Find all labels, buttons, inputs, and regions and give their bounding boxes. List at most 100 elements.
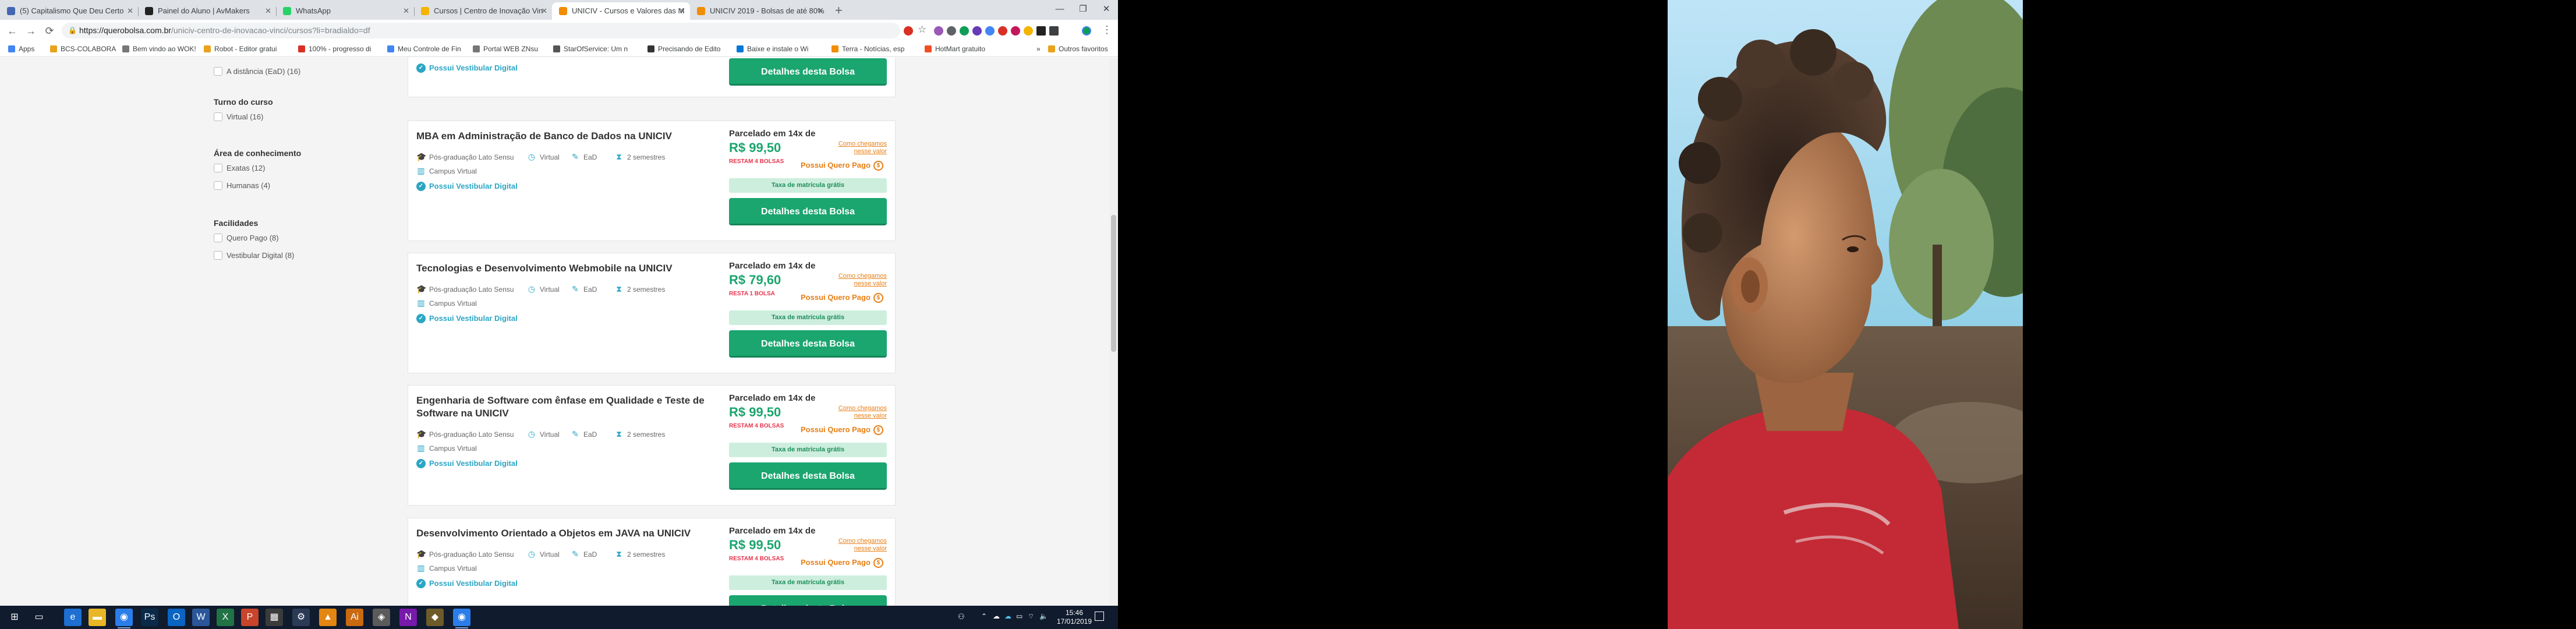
extension-icon[interactable] (1036, 26, 1046, 36)
more-menu-icon[interactable]: ⋮ (1102, 24, 1112, 36)
extension-icon[interactable] (947, 26, 956, 36)
network-icon[interactable]: ⌔ (1028, 612, 1034, 621)
how-we-calculate-link[interactable]: Como chegamos nesse valor (833, 140, 887, 156)
browser-tab[interactable]: (5) Capitalismo Que Deu Certo ✕ (0, 2, 138, 20)
bookmark-item[interactable]: 100% - progresso di (298, 44, 371, 54)
bookmark-item[interactable]: Precisando de Edito (647, 44, 720, 54)
tab-close-icon[interactable]: ✕ (541, 2, 547, 20)
extension-icon[interactable] (985, 26, 995, 36)
volume-icon[interactable]: 🔈 (1039, 612, 1048, 620)
browser-tab[interactable]: UNICIV 2019 - Bolsas de até 80% ✕ (690, 2, 828, 20)
onenote-icon[interactable]: N (399, 609, 417, 626)
cloud-icon[interactable]: ☁ (993, 612, 1000, 620)
browser-tab[interactable]: WhatsApp ✕ (276, 2, 414, 20)
bookmark-item[interactable]: Terra - Notícias, esp (831, 44, 904, 54)
bookmark-item[interactable]: Portal WEB ZNsu (473, 44, 538, 54)
filter-option[interactable]: Vestibular Digital (8) (214, 250, 294, 261)
browser-tab[interactable]: Cursos | Centro de Inovação Vin ✕ (414, 2, 552, 20)
vlc-icon[interactable]: ▲ (319, 609, 337, 626)
photoshop-icon[interactable]: Ps (141, 609, 158, 626)
windows-start-icon[interactable]: ⊞ (6, 609, 23, 626)
details-button[interactable]: Detalhes desta Bolsa (729, 462, 887, 490)
browser-tab[interactable]: UNICIV - Cursos e Valores das M ✕ (552, 2, 690, 20)
checkbox[interactable] (214, 112, 222, 121)
bookmark-item[interactable]: Apps (8, 44, 34, 54)
details-button[interactable]: Detalhes desta Bolsa (729, 198, 887, 225)
course-title[interactable]: Desenvolvimento Orientado a Objetos em J… (416, 527, 719, 540)
course-title[interactable]: MBA em Administração de Banco de Dados n… (416, 130, 719, 143)
word-icon[interactable]: W (192, 609, 210, 626)
bookmark-star-icon[interactable]: ☆ (918, 24, 926, 36)
file-explorer-icon[interactable]: ▬ (89, 609, 106, 626)
bookmark-item[interactable]: Meu Controle de Fin (387, 44, 461, 54)
extension-icon[interactable] (998, 26, 1007, 36)
settings-icon[interactable]: ⚙ (292, 609, 310, 626)
profile-avatar[interactable] (1082, 26, 1091, 36)
bookmark-item[interactable]: Robot - Editor gratui (204, 44, 277, 54)
bookmark-item[interactable]: Bem vindo ao WOK! (122, 44, 196, 54)
page-scrollbar[interactable] (1109, 58, 1118, 606)
chrome-icon[interactable]: ◉ (115, 609, 133, 628)
filter-option[interactable]: Virtual (16) (214, 112, 263, 122)
edge-icon[interactable]: e (64, 609, 82, 626)
how-we-calculate-link[interactable]: Como chegamos nesse valor (833, 405, 887, 420)
extension-icon[interactable] (972, 26, 982, 36)
browser-tab[interactable]: Painel do Aluno | AvMakers ✕ (138, 2, 276, 20)
checkbox[interactable] (214, 181, 222, 190)
filter-option[interactable]: Humanas (4) (214, 181, 270, 191)
excel-icon[interactable]: X (217, 609, 234, 626)
extension-icon[interactable] (934, 26, 943, 36)
course-title[interactable]: Tecnologias e Desenvolvimento Webmobile … (416, 262, 719, 275)
filter-option[interactable]: A distância (EaD) (16) (214, 66, 300, 77)
checkbox[interactable] (214, 251, 222, 260)
how-we-calculate-link[interactable]: Como chegamos nesse valor (833, 273, 887, 288)
checkbox[interactable] (214, 67, 222, 76)
battery-icon[interactable]: ▭ (1016, 612, 1022, 620)
media-icon[interactable]: ◆ (426, 609, 444, 626)
checkbox[interactable] (214, 164, 222, 172)
extension-icon[interactable] (1049, 26, 1059, 36)
taskbar-clock[interactable]: 15:46 17/01/2019 (1054, 609, 1095, 626)
new-tab-button[interactable]: + (835, 2, 843, 19)
calculator-icon[interactable]: ▦ (266, 609, 283, 626)
powerpoint-icon[interactable]: P (241, 609, 259, 626)
window-minimize-button[interactable]: — (1048, 1, 1071, 17)
people-icon[interactable]: ⚇ (958, 612, 965, 621)
tab-close-icon[interactable]: ✕ (817, 2, 823, 20)
tray-chevron-icon[interactable]: ⌃ (981, 612, 987, 620)
extension-icon[interactable] (1011, 26, 1020, 36)
tab-close-icon[interactable]: ✕ (403, 2, 409, 20)
filter-option[interactable]: Quero Pago (8) (214, 233, 279, 243)
tab-close-icon[interactable]: ✕ (679, 2, 685, 20)
details-button[interactable]: Detalhes desta Bolsa (729, 595, 887, 606)
tab-close-icon[interactable]: ✕ (127, 2, 133, 20)
bookmark-item[interactable]: HotMart gratuito (925, 44, 985, 54)
outlook-icon[interactable]: O (168, 609, 185, 626)
how-we-calculate-link[interactable]: Como chegamos nesse valor (833, 538, 887, 553)
task-view-icon[interactable]: ▭ (30, 609, 48, 626)
course-title[interactable]: Engenharia de Software com ênfase em Qua… (416, 394, 719, 420)
filter-option[interactable]: Exatas (12) (214, 163, 265, 174)
window-close-button[interactable]: ✕ (1095, 1, 1118, 17)
forward-button[interactable]: → (23, 23, 38, 38)
extension-icon[interactable] (960, 26, 969, 36)
bookmark-item[interactable]: StarOfService: Um n (553, 44, 628, 54)
tab-close-icon[interactable]: ✕ (265, 2, 271, 20)
illustrator-icon[interactable]: Ai (346, 609, 363, 626)
window-maximize-button[interactable]: ❐ (1071, 1, 1095, 17)
checkbox[interactable] (214, 234, 222, 242)
chrome-active-icon[interactable]: ◉ (453, 609, 470, 628)
bookmark-item[interactable]: Outros favoritos (1048, 44, 1108, 54)
reload-button[interactable]: ⟳ (42, 23, 57, 38)
photos-icon[interactable]: ◈ (373, 609, 390, 626)
extension-icon[interactable] (904, 26, 913, 36)
back-button[interactable]: ← (5, 23, 20, 38)
extension-icon[interactable] (1024, 26, 1033, 36)
action-center-icon[interactable] (1095, 612, 1104, 621)
details-button[interactable]: Detalhes desta Bolsa (729, 330, 887, 358)
bookmark-item[interactable]: BCS-COLABORA (50, 44, 116, 54)
details-button[interactable]: Detalhes desta Bolsa (729, 58, 887, 86)
scrollbar-thumb[interactable] (1111, 215, 1116, 352)
onedrive-icon[interactable]: ☁ (1004, 612, 1011, 620)
address-bar[interactable]: 🔒 https://querobolsa.com.br/uniciv-centr… (62, 23, 900, 38)
